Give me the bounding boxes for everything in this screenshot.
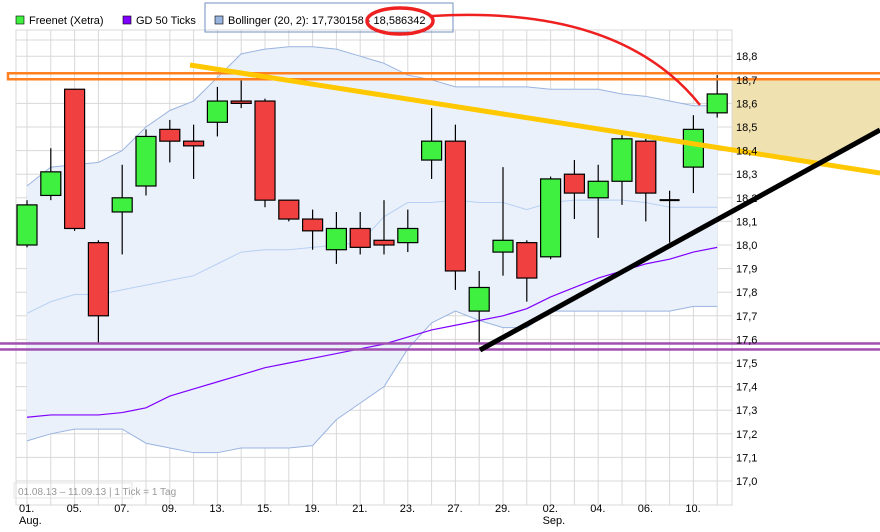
candle <box>16 200 38 248</box>
legend-swatch-freenet <box>15 15 25 25</box>
candle <box>278 199 300 222</box>
candle-body-up <box>611 138 633 182</box>
legend-swatch-gd50 <box>122 15 132 25</box>
x-tick-label: 06. <box>638 503 653 515</box>
candle-body-up <box>682 128 705 168</box>
y-tick-label: 17,5 <box>736 358 757 370</box>
y-tick-label: 17,7 <box>736 311 757 323</box>
candle-body-up <box>421 140 443 161</box>
y-tick-label: 17,8 <box>736 287 757 299</box>
x-tick-label: 27. <box>447 503 462 515</box>
y-tick-label: 18,5 <box>736 122 757 134</box>
candle-body-up <box>111 197 133 213</box>
candle-body-up <box>468 286 490 312</box>
candle-body-up <box>40 171 62 197</box>
y-tick-label: 17,2 <box>736 429 757 441</box>
x-tick-label: 29. <box>495 503 510 515</box>
candle-body-down <box>87 242 110 317</box>
candle-body-down <box>373 239 395 246</box>
candle <box>63 88 86 231</box>
x-tick-sublabel: Sep. <box>543 515 566 527</box>
candle-body-up <box>706 93 728 114</box>
candle <box>444 124 466 290</box>
candle-body-down <box>302 218 324 232</box>
x-tick-label: 07. <box>114 503 129 515</box>
y-tick-label: 18,8 <box>736 51 757 63</box>
candlestick-chart: 17,0 17,1 17,2 17,3 17,4 17,5 17,6 17,7 17,8 17,9… <box>0 2 880 527</box>
legend-label-bollinger: Bollinger (20, 2): 17,730158 - 18,586342 <box>228 15 426 27</box>
candle-body-down <box>254 100 276 201</box>
legend-label-freenet: Freenet (Xetra) <box>29 15 104 27</box>
range-info-text: 01.08.13 – 11.09.13 | 1 Tick = 1 Tag <box>18 487 176 498</box>
candle-body-down <box>230 100 252 105</box>
candle-body-down <box>278 199 300 220</box>
candle-body-down <box>516 242 538 279</box>
candle-body-up <box>206 100 228 123</box>
y-tick-label: 18,3 <box>736 169 757 181</box>
candle <box>254 98 276 208</box>
x-tick-label: 21. <box>352 503 367 515</box>
candle-body-down <box>159 128 181 142</box>
legend-swatch-bollinger <box>214 15 224 25</box>
y-tick-label: 18,7 <box>736 75 757 87</box>
x-tick-label: 10. <box>685 503 700 515</box>
y-tick-label: 17,0 <box>736 476 757 488</box>
y-tick-label: 17,4 <box>736 382 757 394</box>
x-tick-label: 23. <box>400 503 415 515</box>
candle-body-up <box>16 204 38 246</box>
candle-body-down <box>444 140 466 272</box>
x-tick-label: 02. <box>543 503 558 515</box>
y-tick-label: 18,4 <box>736 146 757 158</box>
x-tick-label: 01. <box>19 503 34 515</box>
y-tick-label: 17,3 <box>736 405 757 417</box>
candle-body-up <box>325 227 347 251</box>
legend-label-gd50: GD 50 Ticks <box>136 15 196 27</box>
candle-body-up <box>587 180 609 199</box>
candle-body-up <box>539 178 562 258</box>
y-tick-label: 17,1 <box>736 452 757 464</box>
y-tick-label: 18,0 <box>736 240 757 252</box>
x-tick-label: 09. <box>162 503 177 515</box>
candle-body-down <box>349 227 371 248</box>
candle-body-up <box>492 239 514 253</box>
x-tick-label: 04. <box>590 503 605 515</box>
x-tick-label: 15. <box>257 503 272 515</box>
x-tick-label: 19. <box>305 503 320 515</box>
candle-body-up <box>397 227 419 244</box>
candle-body-down <box>63 88 86 230</box>
x-tick-label: 05. <box>67 503 82 515</box>
x-tick-label: 13. <box>209 503 224 515</box>
y-tick-label: 18,6 <box>736 98 757 110</box>
candle <box>539 176 562 260</box>
x-tick-sublabel: Aug. <box>19 515 42 527</box>
y-tick-label: 18,1 <box>736 216 757 228</box>
candle-body-down <box>563 173 586 194</box>
candle <box>135 129 157 196</box>
candle-body-down <box>635 140 657 194</box>
y-tick-label: 17,9 <box>736 264 757 276</box>
x-axis: 01.Aug. 05. 07. 09. 13. 15. 19. 21. 23. 27. 29. 02.… <box>19 503 701 527</box>
y-tick-label: 17,6 <box>736 334 757 346</box>
candle-body-down <box>183 140 205 147</box>
y-tick-label: 18,2 <box>736 193 757 205</box>
candle-body-up <box>135 135 157 187</box>
